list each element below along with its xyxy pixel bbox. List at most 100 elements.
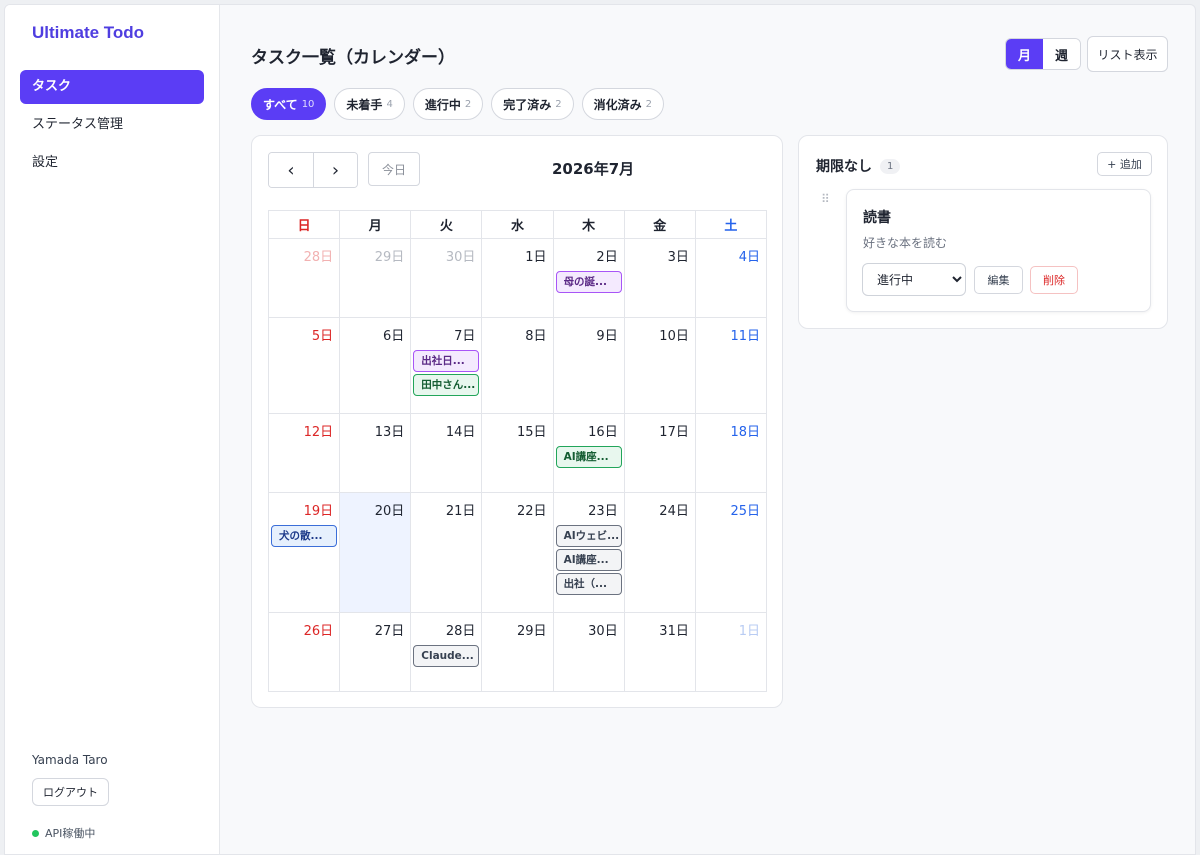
calendar-day-cell[interactable]: 13日 xyxy=(340,414,412,493)
add-task-button[interactable]: + 追加 xyxy=(1097,152,1152,176)
calendar-event[interactable]: 出社（... xyxy=(555,573,622,595)
calendar-day-cell[interactable]: 18日 xyxy=(695,414,767,493)
filter-count: 10 xyxy=(301,98,315,110)
calendar-day-cell[interactable]: 15日 xyxy=(482,414,554,493)
day-number: 2日 xyxy=(596,250,618,265)
delete-task-button[interactable]: 削除 xyxy=(1030,266,1078,294)
weekday-sat: 土 xyxy=(695,211,767,239)
task-card[interactable]: 読書 好きな本を読む 未着手進行中完了済み消化済み 編集 削除 xyxy=(846,189,1151,312)
calendar-card: ‹ › 今日 2026年7月 日 月 火 水 木 金 土 28日 29日 30日 1日… xyxy=(251,135,783,708)
calendar-week-row: 12日 13日 14日 15日 16日 AI講座... 17日 18日 xyxy=(269,414,767,493)
filter-count: 2 xyxy=(464,98,472,110)
day-number: 5日 xyxy=(311,329,334,344)
view-toggle: 月 週 xyxy=(1005,38,1081,70)
edit-task-button[interactable]: 編集 xyxy=(974,266,1023,294)
day-number: 12日 xyxy=(303,425,334,440)
calendar-day-cell[interactable]: 29日 xyxy=(340,239,412,318)
prev-month-chevron-left-icon[interactable]: ‹ xyxy=(269,153,313,187)
calendar-day-cell[interactable]: 24日 xyxy=(624,493,696,613)
filter-chip-consumed[interactable]: 消化済み 2 xyxy=(581,88,664,120)
filter-chip-in-progress[interactable]: 進行中 2 xyxy=(412,88,484,120)
day-number: 10日 xyxy=(659,329,689,344)
day-number: 20日 xyxy=(374,504,405,519)
day-number: 17日 xyxy=(659,425,689,440)
day-number: 18日 xyxy=(730,425,760,440)
calendar-day-cell[interactable]: 9日 xyxy=(553,318,625,414)
calendar-day-cell[interactable]: 1日 xyxy=(695,613,767,692)
calendar-day-cell[interactable]: 30日 xyxy=(553,613,625,692)
calendar-day-cell[interactable]: 19日 犬の散... xyxy=(269,493,341,613)
weekday-thu: 木 xyxy=(553,211,625,239)
calendar-day-cell[interactable]: 16日 AI講座... xyxy=(553,414,625,493)
calendar-grid: 日 月 火 水 木 金 土 28日 29日 30日 1日 2日 母の誕... 3日 4日 5日 6… xyxy=(268,210,767,692)
calendar-event[interactable]: 出社日... xyxy=(413,350,480,372)
calendar-day-cell[interactable]: 10日 xyxy=(624,318,696,414)
calendar-day-cell[interactable]: 30日 xyxy=(411,239,483,318)
app-logo[interactable]: Ultimate Todo xyxy=(32,23,144,43)
month-title: 2026年7月 xyxy=(552,160,635,178)
calendar-event[interactable]: 母の誕... xyxy=(555,271,622,293)
calendar-day-cell[interactable]: 26日 xyxy=(269,613,341,692)
task-status-select[interactable]: 未着手進行中完了済み消化済み xyxy=(862,263,966,296)
list-view-button[interactable]: リスト表示 xyxy=(1087,36,1168,72)
filter-chip-completed[interactable]: 完了済み 2 xyxy=(491,88,574,120)
calendar-day-cell[interactable]: 6日 xyxy=(340,318,412,414)
day-number: 11日 xyxy=(730,329,760,344)
calendar-event[interactable]: AI講座... xyxy=(555,446,622,468)
calendar-day-cell[interactable]: 25日 xyxy=(695,493,767,613)
calendar-event[interactable]: 犬の散... xyxy=(271,525,338,547)
calendar-day-cell[interactable]: 2日母の誕... xyxy=(553,239,625,318)
sidebar-item-tasks[interactable]: タスク xyxy=(20,70,204,104)
next-month-chevron-right-icon[interactable]: › xyxy=(313,153,357,187)
sidebar-nav: タスク ステータス管理 設定 xyxy=(20,70,204,184)
day-events: AIウェビ... AI講座... 出社（... xyxy=(555,525,622,595)
today-button[interactable]: 今日 xyxy=(368,152,420,186)
calendar-day-cell-today[interactable]: 20日 xyxy=(340,493,412,613)
day-events: 母の誕... xyxy=(555,271,622,293)
task-title: 読書 xyxy=(863,210,891,226)
logout-button[interactable]: ログアウト xyxy=(32,778,109,806)
calendar-day-cell[interactable]: 3日 xyxy=(624,239,696,318)
calendar-day-cell[interactable]: 7日 出社日... 田中さん... xyxy=(411,318,483,414)
day-number: 8日 xyxy=(525,329,547,344)
calendar-day-cell[interactable]: 28日 xyxy=(269,239,341,318)
calendar-day-cell[interactable]: 17日 xyxy=(624,414,696,493)
sidebar-item-settings[interactable]: 設定 xyxy=(20,146,204,180)
calendar-day-cell[interactable]: 28日 Claude... xyxy=(411,613,483,692)
calendar-week-row: 26日 27日 28日 Claude... 29日 30日 31日 1日 xyxy=(269,613,767,692)
calendar-day-cell[interactable]: 23日 AIウェビ... AI講座... 出社（... xyxy=(553,493,625,613)
calendar-day-cell[interactable]: 21日 xyxy=(411,493,483,613)
sidebar-item-status-management[interactable]: ステータス管理 xyxy=(20,108,204,142)
filter-chip-not-started[interactable]: 未着手 4 xyxy=(334,88,405,120)
day-number: 29日 xyxy=(374,250,405,265)
calendar-day-cell[interactable]: 11日 xyxy=(695,318,767,414)
status-filter-bar: すべて 10 未着手 4 進行中 2 完了済み 2 消化済み 2 xyxy=(251,88,664,120)
calendar-day-cell[interactable]: 12日 xyxy=(269,414,341,493)
calendar-day-cell[interactable]: 29日 xyxy=(482,613,554,692)
calendar-day-cell[interactable]: 31日 xyxy=(624,613,696,692)
app-window: Ultimate Todo タスク ステータス管理 設定 Yamada Taro… xyxy=(4,4,1196,855)
calendar-day-cell[interactable]: 5日 xyxy=(269,318,341,414)
day-number: 28日 xyxy=(303,250,334,265)
calendar-event[interactable]: Claude... xyxy=(413,645,480,667)
calendar-day-cell[interactable]: 1日 xyxy=(482,239,554,318)
calendar-day-cell[interactable]: 22日 xyxy=(482,493,554,613)
filter-chip-all[interactable]: すべて 10 xyxy=(251,88,327,120)
calendar-day-cell[interactable]: 4日 xyxy=(695,239,767,318)
calendar-day-cell[interactable]: 27日 xyxy=(340,613,412,692)
calendar-day-cell[interactable]: 8日 xyxy=(482,318,554,414)
weekday-header: 日 月 火 水 木 金 土 xyxy=(269,211,767,239)
weekday-wed: 水 xyxy=(482,211,554,239)
no-deadline-title: 期限なし xyxy=(816,159,872,175)
weekday-tue: 火 xyxy=(411,211,483,239)
calendar-event[interactable]: AIウェビ... xyxy=(555,525,622,547)
no-deadline-header: 期限なし 1 xyxy=(816,156,901,176)
drag-handle-icon[interactable]: ⠿ xyxy=(821,193,830,205)
month-view-button[interactable]: 月 xyxy=(1006,39,1043,69)
day-number: 29日 xyxy=(517,624,547,639)
calendar-event[interactable]: AI講座... xyxy=(555,549,622,571)
calendar-day-cell[interactable]: 14日 xyxy=(411,414,483,493)
week-view-button[interactable]: 週 xyxy=(1043,39,1080,69)
calendar-event[interactable]: 田中さん... xyxy=(413,374,480,396)
day-number: 28日 xyxy=(445,624,476,639)
